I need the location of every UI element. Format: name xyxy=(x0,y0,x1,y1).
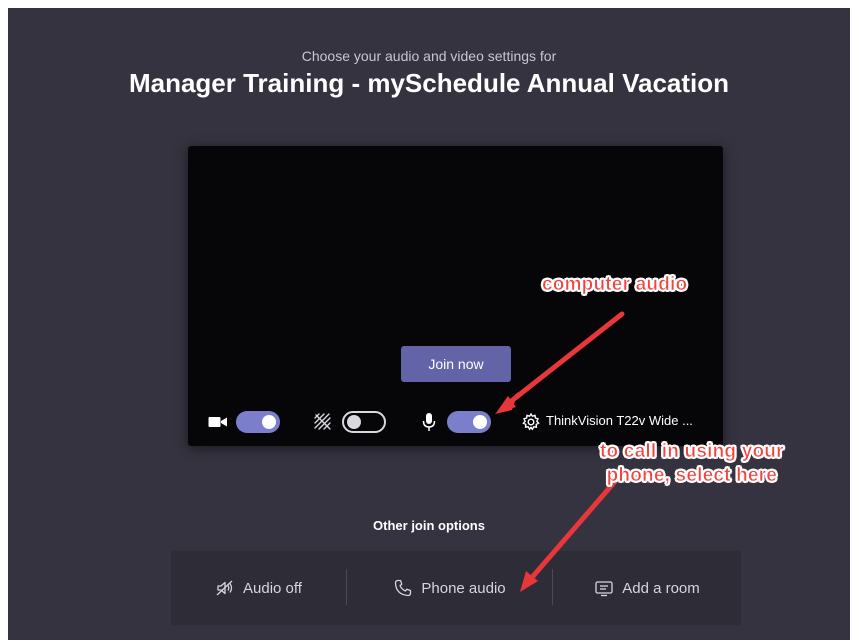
background-blur-icon[interactable] xyxy=(313,412,333,432)
background-effects-toggle[interactable] xyxy=(342,411,386,433)
speaker-off-icon xyxy=(216,580,233,596)
phone-audio-option[interactable]: Phone audio xyxy=(347,551,552,625)
pre-join-screen: Choose your audio and video settings for… xyxy=(8,8,850,640)
add-room-label: Add a room xyxy=(622,579,700,597)
phone-annotation: to call in using your phone, select here xyxy=(600,440,784,488)
camera-toggle[interactable] xyxy=(236,411,280,433)
camera-icon[interactable] xyxy=(208,415,228,429)
cast-screen-icon xyxy=(595,581,613,597)
meeting-title: Manager Training - mySchedule Annual Vac… xyxy=(128,68,730,98)
device-settings-label[interactable]: ThinkVision T22v Wide ... xyxy=(546,413,693,428)
audio-off-option[interactable]: Audio off xyxy=(171,551,346,625)
gear-icon[interactable] xyxy=(521,412,541,432)
computer-audio-annotation: computer audio xyxy=(542,274,688,296)
audio-off-label: Audio off xyxy=(243,579,302,597)
other-join-options-bar: Audio off Phone audio Add a room xyxy=(171,551,741,625)
other-join-options-label: Other join options xyxy=(373,518,485,533)
phone-annotation-line-1: to call in using your xyxy=(600,441,784,463)
settings-subtitle: Choose your audio and video settings for xyxy=(301,48,557,64)
microphone-toggle[interactable] xyxy=(447,411,491,433)
phone-audio-label: Phone audio xyxy=(421,579,506,597)
add-room-option[interactable]: Add a room xyxy=(553,551,741,625)
phone-annotation-line-2: phone, select here xyxy=(606,465,778,487)
toggle-knob xyxy=(262,415,276,429)
phone-icon xyxy=(395,579,412,597)
video-preview: Join now ThinkVision T22v Wide ... xyxy=(188,146,723,446)
toggle-knob xyxy=(473,415,487,429)
toggle-knob xyxy=(347,415,361,429)
join-now-button[interactable]: Join now xyxy=(401,346,511,382)
microphone-icon[interactable] xyxy=(422,412,436,432)
